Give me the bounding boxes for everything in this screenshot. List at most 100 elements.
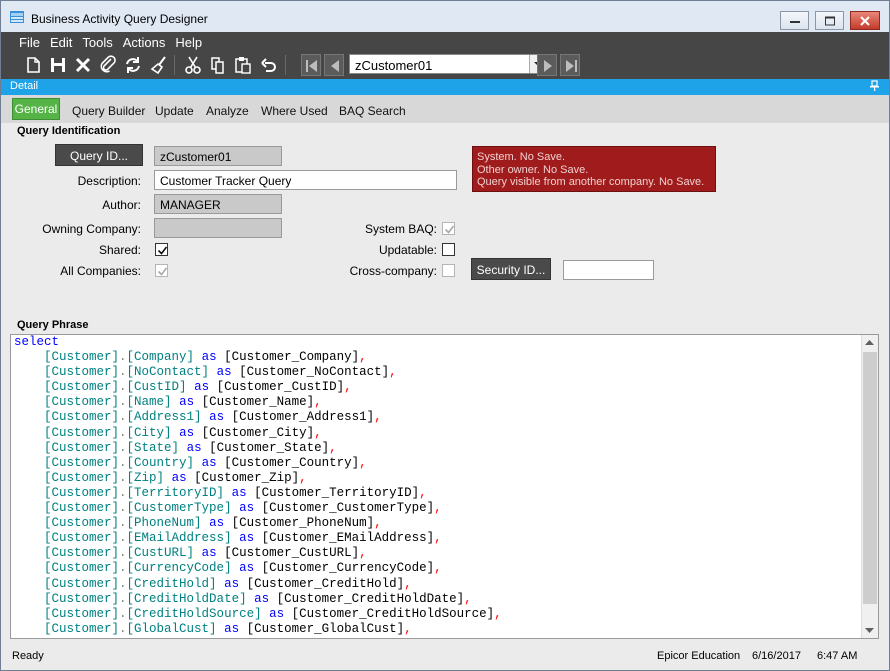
- next-record-button[interactable]: [537, 54, 557, 76]
- tab-general[interactable]: General: [12, 98, 60, 120]
- owning-company-field[interactable]: [154, 218, 282, 238]
- status-message-box: System. No Save. Other owner. No Save. Q…: [472, 146, 716, 192]
- sql-dot: .: [119, 470, 127, 485]
- all-companies-checkbox[interactable]: [155, 264, 168, 277]
- sql-dot: .: [119, 440, 127, 455]
- sql-keyword-as: as: [239, 531, 255, 546]
- alias-name: [Customer_Zip]: [194, 470, 300, 485]
- table-name: [Customer]: [44, 410, 120, 425]
- maximize-button[interactable]: [815, 11, 844, 30]
- undo-button[interactable]: [259, 55, 279, 75]
- field-name: [CreditHold]: [126, 576, 217, 591]
- tab-baq-search[interactable]: BAQ Search: [339, 104, 406, 118]
- menu-help[interactable]: Help: [171, 32, 206, 52]
- checkmark-icon: [157, 267, 168, 276]
- sql-comma: ,: [314, 395, 322, 410]
- paste-button[interactable]: [233, 55, 253, 75]
- status-message: Other owner. No Save.: [477, 163, 589, 176]
- query-id-button[interactable]: Query ID...: [55, 144, 143, 166]
- description-field[interactable]: Customer Tracker Query: [154, 170, 457, 190]
- scrollbar-thumb[interactable]: [863, 352, 877, 604]
- table-name: [Customer]: [44, 470, 120, 485]
- menu-tools[interactable]: Tools: [78, 32, 116, 52]
- previous-record-button[interactable]: [324, 54, 344, 76]
- query-phrase-editor[interactable]: select [Customer].[Company] as [Customer…: [10, 334, 879, 639]
- sql-keyword-as: as: [201, 546, 217, 561]
- scroll-down-icon[interactable]: [865, 628, 874, 633]
- sql-keyword-as: as: [224, 576, 240, 591]
- undo-icon: [261, 58, 276, 72]
- field-name: [CreditHoldSource]: [126, 606, 262, 621]
- alias-name: [Customer_CustomerType]: [261, 501, 435, 516]
- broom-icon: [150, 56, 166, 75]
- alias-name: [Customer_NoContact]: [239, 365, 390, 380]
- alias-name: [Customer_CreditHoldDate]: [276, 591, 465, 606]
- field-name: [City]: [126, 425, 172, 440]
- tab-update[interactable]: Update: [155, 104, 194, 118]
- field-name: [CustomerType]: [126, 501, 232, 516]
- sql-dot: .: [119, 591, 127, 606]
- new-document-icon: [27, 57, 40, 73]
- query-id-field[interactable]: zCustomer01: [154, 146, 282, 166]
- sql-comma: ,: [359, 546, 367, 561]
- field-name: [CustID]: [126, 380, 187, 395]
- sql-dot: .: [119, 546, 127, 561]
- delete-button[interactable]: [73, 55, 93, 75]
- menu-bar: File Edit Tools Actions Help: [15, 32, 208, 52]
- menu-edit[interactable]: Edit: [46, 32, 76, 52]
- checkmark-icon: [444, 225, 455, 234]
- attachment-button[interactable]: [98, 55, 118, 75]
- toolbar-separator: [174, 55, 175, 75]
- all-companies-label: All Companies:: [60, 264, 141, 278]
- cross-company-checkbox[interactable]: [442, 264, 455, 277]
- sql-comma: ,: [359, 455, 367, 470]
- vertical-scrollbar[interactable]: [861, 335, 878, 638]
- refresh-button[interactable]: [123, 55, 143, 75]
- table-name: [Customer]: [44, 531, 120, 546]
- table-name: [Customer]: [44, 455, 120, 470]
- close-window-button[interactable]: [850, 11, 880, 30]
- security-id-button[interactable]: Security ID...: [471, 258, 551, 280]
- minimize-button[interactable]: [780, 11, 809, 30]
- tab-analyze[interactable]: Analyze: [206, 104, 249, 118]
- updatable-checkbox[interactable]: [442, 243, 455, 256]
- field-name: [EMailAddress]: [126, 531, 232, 546]
- security-id-field[interactable]: [563, 260, 654, 280]
- table-name: [Customer]: [44, 591, 120, 606]
- sql-comma: ,: [344, 380, 352, 395]
- sql-dot: .: [119, 425, 127, 440]
- menu-actions[interactable]: Actions: [119, 32, 170, 52]
- command-area: File Edit Tools Actions Help zCustomer01: [1, 32, 889, 79]
- shared-checkbox[interactable]: [155, 243, 168, 256]
- table-name: [Customer]: [44, 425, 120, 440]
- table-name: [Customer]: [44, 365, 120, 380]
- copy-button[interactable]: [208, 55, 228, 75]
- query-code: select [Customer].[Company] as [Customer…: [14, 335, 502, 637]
- field-name: [PhoneNum]: [126, 516, 202, 531]
- sql-keyword-as: as: [194, 380, 210, 395]
- tab-where-used[interactable]: Where Used: [261, 104, 328, 118]
- record-selector[interactable]: zCustomer01: [349, 54, 547, 74]
- first-record-button[interactable]: [301, 54, 321, 76]
- menu-file[interactable]: File: [15, 32, 44, 52]
- clear-button[interactable]: [149, 55, 169, 75]
- field-name: [NoContact]: [126, 365, 210, 380]
- updatable-label: Updatable:: [378, 243, 437, 257]
- sql-keyword-as: as: [201, 455, 217, 470]
- alias-name: [Customer_CreditHoldSource]: [291, 606, 495, 621]
- table-name: [Customer]: [44, 561, 120, 576]
- alias-name: [Customer_CustID]: [216, 380, 345, 395]
- scroll-up-icon[interactable]: [865, 340, 874, 345]
- field-name: [Company]: [126, 350, 195, 365]
- last-record-button[interactable]: [560, 54, 580, 76]
- tab-query-builder[interactable]: Query Builder: [72, 104, 145, 118]
- save-button[interactable]: [48, 55, 68, 75]
- field-name: [State]: [126, 440, 180, 455]
- sql-comma: ,: [359, 350, 367, 365]
- cut-button[interactable]: [183, 55, 203, 75]
- new-button[interactable]: [23, 55, 43, 75]
- author-field[interactable]: MANAGER: [154, 194, 282, 214]
- system-baq-checkbox[interactable]: [442, 222, 455, 235]
- alias-name: [Customer_Name]: [201, 395, 315, 410]
- pin-icon[interactable]: [869, 80, 879, 92]
